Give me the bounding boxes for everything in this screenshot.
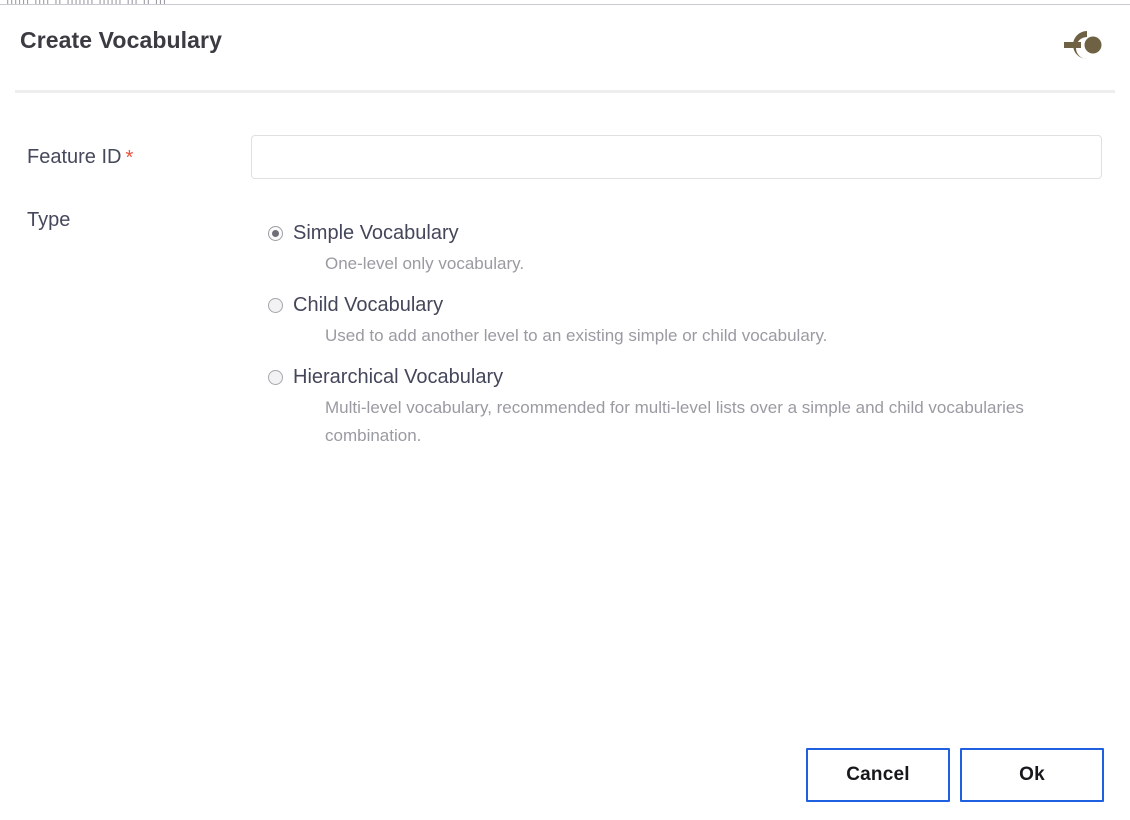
create-vocabulary-dialog: |||||| |||| || ||||||| |||||| ||| || |||… xyxy=(0,0,1130,820)
radio-option-child[interactable]: Child Vocabulary Used to add another lev… xyxy=(268,292,1108,350)
radio-icon-hierarchical[interactable] xyxy=(268,369,283,385)
radio-label-hierarchical: Hierarchical Vocabulary xyxy=(293,366,504,388)
header-divider xyxy=(15,90,1115,93)
radio-label-simple: Simple Vocabulary xyxy=(293,222,459,244)
radio-description-hierarchical: Multi-level vocabulary, recommended for … xyxy=(325,398,1024,445)
type-radio-group: Simple Vocabulary One-level only vocabul… xyxy=(268,220,1108,458)
radio-icon-child[interactable] xyxy=(268,297,283,313)
radio-description-child: Used to add another level to an existing… xyxy=(325,326,828,345)
radio-option-hierarchical[interactable]: Hierarchical Vocabulary Multi-level voca… xyxy=(268,364,1108,450)
radio-description-simple: One-level only vocabulary. xyxy=(325,254,525,273)
dialog-header: Create Vocabulary xyxy=(0,5,1130,91)
feature-id-label-text: Feature ID xyxy=(27,146,122,168)
cancel-button[interactable]: Cancel xyxy=(806,748,950,802)
radio-icon-simple[interactable] xyxy=(268,225,283,241)
page-title: Create Vocabulary xyxy=(20,27,222,53)
feature-id-label: Feature ID * xyxy=(27,146,133,170)
ok-button[interactable]: Ok xyxy=(960,748,1104,802)
type-label: Type xyxy=(27,209,71,231)
required-asterisk: * xyxy=(125,147,134,169)
radio-label-child: Child Vocabulary xyxy=(293,294,444,316)
feature-id-input[interactable] xyxy=(251,135,1102,179)
pin-icon[interactable] xyxy=(1062,25,1106,65)
radio-option-simple[interactable]: Simple Vocabulary One-level only vocabul… xyxy=(268,220,1108,278)
